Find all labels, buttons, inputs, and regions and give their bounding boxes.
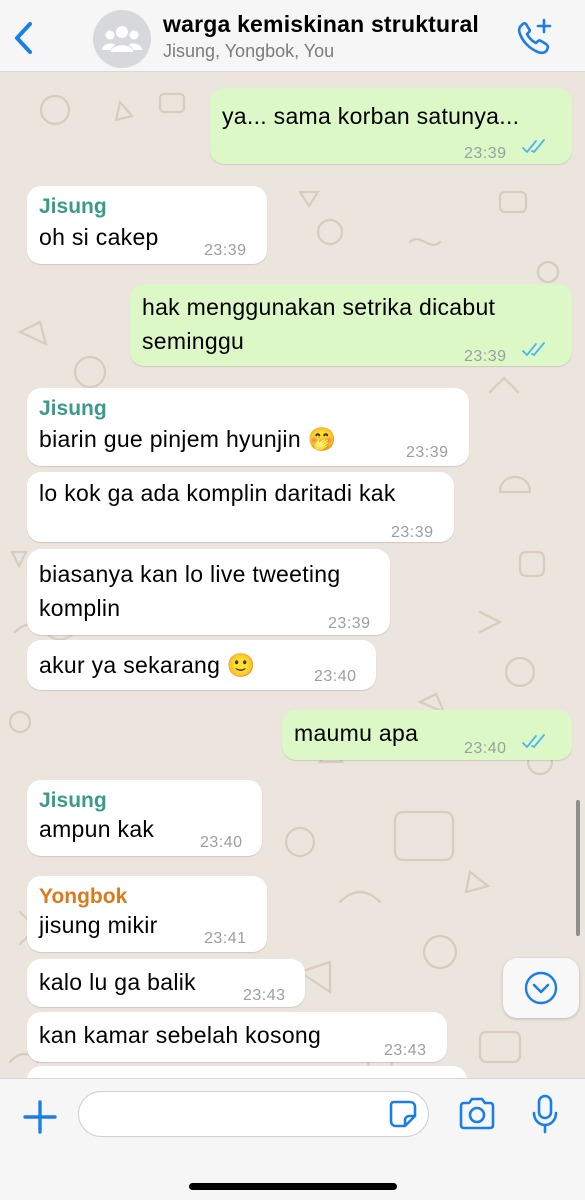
message-text: ampun kak <box>39 816 155 842</box>
message-bubble-incoming[interactable]: Yongbok jisung mikir 23:41 <box>27 876 267 952</box>
back-button[interactable] <box>8 18 40 58</box>
message-text: kalo lu ga balik <box>39 969 196 995</box>
read-ticks-icon <box>522 342 545 356</box>
microphone-button[interactable] <box>530 1093 560 1135</box>
message-time: 23:39 <box>406 444 449 461</box>
message-text: oh si cakep <box>39 224 159 250</box>
sticker-button[interactable] <box>388 1099 418 1129</box>
message-time: 23:39 <box>204 242 247 259</box>
message-time: 23:39 <box>328 615 371 632</box>
message-bubble-incoming[interactable]: kan kamar sebelah kosong 23:43 <box>27 1012 447 1062</box>
chevron-down-circle-icon <box>524 971 558 1005</box>
message-text: maumu apa <box>294 720 419 746</box>
compose-bar <box>0 1078 585 1200</box>
message-time: 23:43 <box>384 1042 427 1059</box>
chat-header: warga kemiskinan struktural Jisung, Yong… <box>0 0 585 72</box>
microphone-icon <box>532 1094 558 1134</box>
message-bubble-incoming[interactable]: lo kok ga ada komplin daritadi kak 23:39 <box>27 472 454 542</box>
message-text: jisung mikir <box>39 912 158 938</box>
message-time: 23:40 <box>314 668 357 685</box>
home-indicator[interactable] <box>189 1183 397 1190</box>
group-avatar[interactable] <box>93 10 151 68</box>
message-text: biarin gue pinjem hyunjin 🤭 <box>39 426 337 452</box>
sender-name[interactable]: Jisung <box>39 190 107 224</box>
message-list[interactable]: ya... sama korban satunya... 23:39 Jisun… <box>0 72 585 1078</box>
camera-icon <box>459 1097 495 1130</box>
message-time: 23:39 <box>464 348 507 365</box>
chevron-left-icon <box>15 22 32 54</box>
plus-icon <box>23 1100 57 1134</box>
message-text: ya... sama korban satunya... <box>222 103 520 129</box>
message-bubble-incoming-partial[interactable] <box>27 1066 467 1078</box>
message-text-line: biasanya kan lo live tweeting <box>39 561 341 587</box>
sender-name[interactable]: Jisung <box>39 392 107 426</box>
read-ticks-icon <box>522 139 545 153</box>
chat-members[interactable]: Jisung, Yongbok, You <box>163 41 334 62</box>
read-ticks-icon <box>522 734 545 748</box>
scrollbar[interactable] <box>576 800 580 936</box>
message-text: kan kamar sebelah kosong <box>39 1022 322 1048</box>
message-bubble-outgoing[interactable]: maumu apa 23:40 <box>282 710 572 760</box>
message-text: akur ya sekarang 🙂 <box>39 652 256 678</box>
message-bubble-outgoing[interactable]: ya... sama korban satunya... 23:39 <box>210 88 572 164</box>
message-time: 23:39 <box>391 524 434 541</box>
message-bubble-outgoing[interactable]: hak menggunakan setrika dicabut seminggu… <box>130 284 572 366</box>
scroll-to-bottom-button[interactable] <box>503 958 579 1018</box>
message-time: 23:41 <box>204 930 247 947</box>
attach-button[interactable] <box>20 1097 60 1137</box>
message-text-line: komplin <box>39 595 121 621</box>
sticker-icon <box>389 1100 417 1128</box>
message-time: 23:40 <box>200 834 243 851</box>
message-input[interactable] <box>78 1091 429 1137</box>
message-time: 23:39 <box>464 145 507 162</box>
message-text-line: seminggu <box>142 328 245 354</box>
add-call-button[interactable] <box>513 16 555 58</box>
phone-plus-icon <box>517 18 552 55</box>
message-bubble-incoming[interactable]: Jisung oh si cakep 23:39 <box>27 186 267 264</box>
message-bubble-incoming[interactable]: Jisung biarin gue pinjem hyunjin 🤭 23:39 <box>27 388 469 466</box>
message-text-line: hak menggunakan setrika dicabut <box>142 294 496 320</box>
chat-title[interactable]: warga kemiskinan struktural <box>163 11 479 38</box>
message-time: 23:43 <box>243 987 286 1004</box>
message-bubble-incoming[interactable]: kalo lu ga balik 23:43 <box>27 959 305 1007</box>
message-bubble-incoming[interactable]: akur ya sekarang 🙂 23:40 <box>27 640 376 690</box>
group-icon <box>102 26 142 52</box>
message-bubble-incoming[interactable]: Jisung ampun kak 23:40 <box>27 780 262 856</box>
camera-button[interactable] <box>457 1096 497 1132</box>
message-time: 23:40 <box>464 740 507 757</box>
message-text: lo kok ga ada komplin daritadi kak <box>39 480 396 506</box>
message-bubble-incoming[interactable]: biasanya kan lo live tweeting komplin 23… <box>27 549 390 635</box>
